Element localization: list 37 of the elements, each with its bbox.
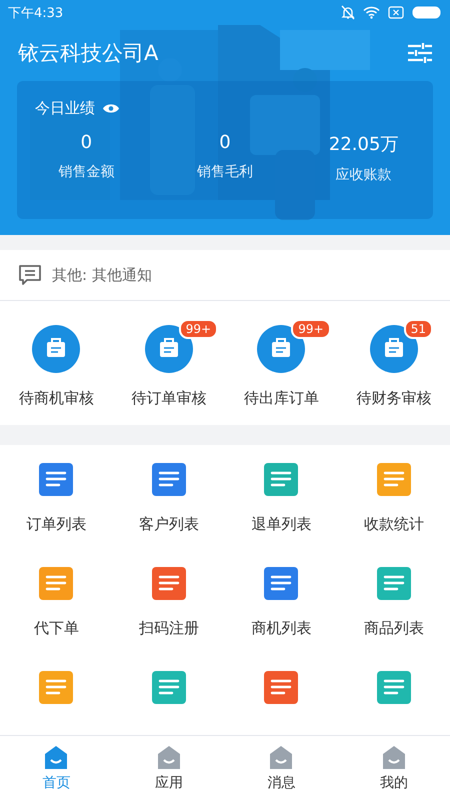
bell-muted-icon: [341, 5, 355, 20]
task-label[interactable]: 待财务审核: [356, 389, 432, 408]
stat-value: 0: [219, 132, 231, 153]
company-name: 铱云科技公司A: [18, 40, 158, 67]
task-label[interactable]: 待订单审核: [131, 389, 206, 408]
stat-label: 销售金额: [58, 163, 114, 181]
battery-icon: [412, 6, 442, 19]
tab-item[interactable]: 首页: [0, 736, 112, 800]
app-label[interactable]: 订单列表: [26, 515, 86, 534]
sim-icon: [388, 6, 404, 19]
status-time: 下午4:33: [8, 4, 64, 22]
tab-item[interactable]: 消息: [225, 736, 338, 800]
task-label[interactable]: 待出库订单: [244, 389, 319, 408]
task-label[interactable]: 待商机审核: [18, 389, 94, 408]
tab-item[interactable]: 我的: [338, 736, 450, 800]
app-label[interactable]: 代下单: [34, 619, 79, 638]
count-badge: 99+: [178, 319, 218, 339]
notice-text[interactable]: 其他: 其他通知: [52, 266, 152, 284]
performance-title: 今日业绩: [35, 99, 95, 118]
app-label[interactable]: 扫码注册: [138, 619, 199, 638]
stat-value: 0: [80, 132, 92, 153]
app-label[interactable]: 收款统计: [364, 515, 424, 534]
stat-value: 22.05万: [328, 133, 398, 156]
stat-label: 销售毛利: [196, 163, 253, 181]
eye-icon[interactable]: [103, 103, 119, 114]
filter-sliders-icon[interactable]: [408, 43, 432, 63]
count-badge: 99+: [291, 319, 331, 339]
app-label[interactable]: 退单列表: [251, 515, 312, 534]
count-badge: 51: [404, 319, 434, 339]
stat-label: 应收账款: [336, 166, 392, 184]
tab-item[interactable]: 应用: [112, 736, 225, 800]
app-label[interactable]: 客户列表: [138, 515, 199, 534]
task-circle-icon[interactable]: [32, 325, 80, 373]
wifi-icon: [363, 6, 380, 19]
app-label[interactable]: 商机列表: [251, 619, 312, 638]
app-label[interactable]: 商品列表: [364, 619, 424, 638]
message-icon: [18, 264, 42, 286]
